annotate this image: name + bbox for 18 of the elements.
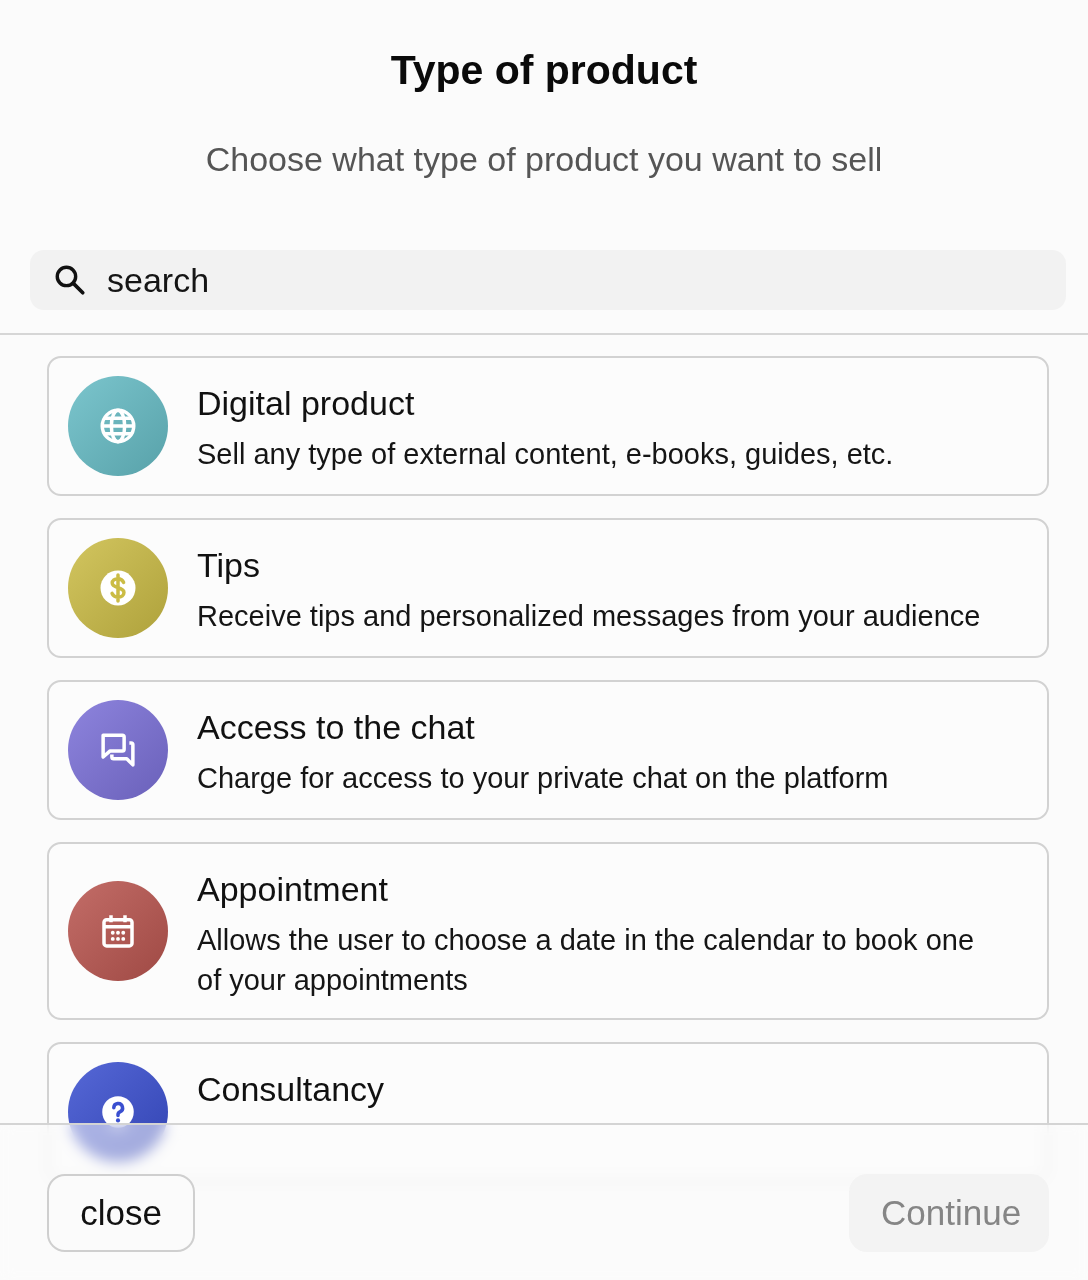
product-description: Charge for access to your private chat on the platform (197, 761, 890, 796)
product-title: Access to the chat (197, 707, 476, 747)
product-title: Tips (197, 545, 261, 585)
product-card[interactable]: Appointment Allows the user to choose a date in the calendar to book one of your appointments (47, 842, 1049, 1020)
product-title: Consultancy (197, 1069, 386, 1109)
search-icon (53, 263, 87, 297)
product-title: Appointment (197, 869, 389, 909)
dialog-subtitle: Choose what type of product you want to sell (205, 139, 883, 180)
product-description: Receive tips and personalized messages from your audience (197, 599, 982, 634)
product-title: Digital product (197, 383, 416, 423)
product-card[interactable]: Digital product Sell any type of external content, e-books, guides, etc. (47, 356, 1049, 496)
product-card[interactable]: Access to the chat Charge for access to your private chat on the platform (47, 680, 1049, 820)
product-description: Allows the user to choose a date in the calendar to book one of your appointments (197, 923, 976, 998)
dialog-title: Type of product (390, 46, 698, 94)
close-button[interactable]: close (47, 1174, 195, 1252)
search-field[interactable]: search (30, 250, 1066, 310)
product-description: Sell any type of external content, e-books, guides, etc. (197, 437, 895, 472)
product-card[interactable]: Tips Receive tips and personalized messages from your audience (47, 518, 1049, 658)
